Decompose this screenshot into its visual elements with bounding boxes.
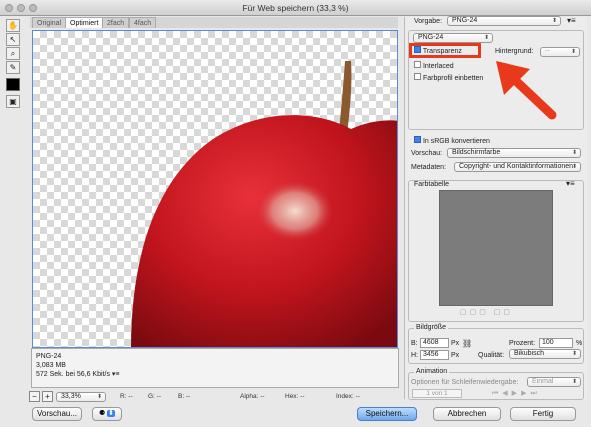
minimize-window-icon[interactable] xyxy=(17,4,25,12)
preview-info-panel: PNG-24 3,083 MB 572 Sek. bei 56,6 Kbit/s… xyxy=(31,348,399,388)
zoom-value: 33,3% xyxy=(61,393,81,400)
percent-label: Prozent: xyxy=(509,340,536,347)
info-menu-icon[interactable]: ▾≡ xyxy=(112,371,120,378)
metadata-select[interactable]: Copyright- und Kontaktinformationen xyxy=(454,162,581,172)
tab-original[interactable]: Original xyxy=(32,17,67,28)
browser-dropdown-icon: ⬍ xyxy=(107,410,116,417)
apple-image xyxy=(131,61,397,347)
animation-label: Animation xyxy=(414,367,450,376)
red-arrow-icon xyxy=(496,61,557,120)
width-label: B: xyxy=(411,340,418,347)
eyedropper-color-swatch[interactable] xyxy=(6,78,20,91)
color-table-menu-icon[interactable]: ▾≡ xyxy=(566,179,575,188)
zoom-in-icon[interactable]: + xyxy=(42,391,53,402)
loop-options-label: Optionen für Schleifenwiedergabe: xyxy=(411,379,519,386)
file-format-select[interactable]: PNG-24 xyxy=(413,33,493,43)
tab-label: Original xyxy=(37,20,62,27)
percent-unit: % xyxy=(576,340,583,347)
color-table-icons[interactable]: ▢▢▢ ▢▢ xyxy=(460,308,513,316)
quality-value: Bikubisch xyxy=(514,350,544,357)
interlaced-label: Interlaced xyxy=(422,63,454,70)
embed-profile-label: Farbprofil einbetten xyxy=(422,75,484,82)
preview-download-time: 572 Sek. bei 56,6 Kbit/s ▾≡ xyxy=(36,370,394,379)
convert-srgb-label: In sRGB konvertieren xyxy=(422,138,490,145)
animation-controls[interactable]: ⏮◀▶▶⏭ xyxy=(492,389,541,398)
transparency-checkbox[interactable]: Transparenz xyxy=(414,46,462,56)
zoom-level-select[interactable]: 33,3% xyxy=(56,392,106,402)
interlaced-checkbox[interactable]: Interlaced xyxy=(414,61,454,71)
save-button[interactable]: Speichern... xyxy=(357,407,417,421)
zoom-out-icon[interactable]: − xyxy=(29,391,40,402)
height-unit: Px xyxy=(451,352,460,359)
color-table-swatch-area xyxy=(439,190,553,306)
preset-select[interactable]: PNG-24 xyxy=(447,16,561,26)
tab-label: Optimiert xyxy=(70,20,99,27)
quality-label: Qualität: xyxy=(478,352,505,359)
close-window-icon[interactable] xyxy=(5,4,13,12)
preset-menu-icon[interactable]: ▾≡ xyxy=(567,16,576,25)
color-table-label: Farbtabelle xyxy=(414,181,450,188)
embed-profile-checkbox[interactable]: Farbprofil einbetten xyxy=(414,73,483,83)
index-readout: Index: -- xyxy=(336,393,360,400)
tab-optimized[interactable]: Optimiert xyxy=(65,17,104,28)
metadata-value: Copyright- und Kontaktinformationen xyxy=(459,163,574,170)
matte-value: -- xyxy=(545,48,550,55)
preview-mode-select[interactable]: Bildschirmfarbe xyxy=(447,148,581,158)
tab-label: 2fach xyxy=(107,20,125,27)
width-unit: Px xyxy=(451,340,460,347)
tab-label: 4fach xyxy=(134,20,152,27)
blue-readout: B: -- xyxy=(178,393,191,400)
browser-select-button[interactable]: ⚈ ⬍ xyxy=(92,407,122,421)
loop-value: Einmal xyxy=(532,378,554,385)
done-button[interactable]: Fertig xyxy=(510,407,576,421)
width-input[interactable]: 4608 xyxy=(420,338,449,348)
height-label: H: xyxy=(411,352,418,359)
preview-file-size: 3,083 MB xyxy=(36,362,66,369)
toggle-slices-icon[interactable]: ▣ xyxy=(6,95,20,108)
check-icon xyxy=(414,46,421,53)
view-tabs: Original Optimiert 2fach 4fach xyxy=(30,17,398,28)
format-value: PNG-24 xyxy=(418,34,444,41)
image-preview[interactable] xyxy=(32,30,398,348)
quality-select[interactable]: Bikubisch xyxy=(509,349,581,359)
zoom-tool-icon[interactable]: ⌕ xyxy=(6,47,20,60)
eyedropper-tool-icon[interactable]: ✎ xyxy=(6,61,20,74)
checkbox-box xyxy=(414,73,421,80)
cancel-button[interactable]: Abbrechen xyxy=(433,407,501,421)
green-readout: G: -- xyxy=(148,393,161,400)
image-size-label: Bildgröße xyxy=(414,323,448,332)
convert-srgb-checkbox[interactable]: In sRGB konvertieren xyxy=(414,136,490,146)
title-bar: Für Web speichern (33,3 %) xyxy=(0,0,591,16)
constrain-proportions-icon[interactable]: ⛓ xyxy=(462,339,472,348)
hex-readout: Hex: -- xyxy=(285,393,305,400)
tab-4up[interactable]: 4fach xyxy=(129,17,157,28)
transparency-label: Transparenz xyxy=(422,48,462,55)
preset-label: Vorgabe: xyxy=(414,18,443,25)
frame-counter: 1 von 1 xyxy=(412,389,462,398)
zoom-window-icon[interactable] xyxy=(29,4,37,12)
metadata-label: Metadaten: xyxy=(411,164,447,171)
red-readout: R: -- xyxy=(120,393,133,400)
window-title: Für Web speichern (33,3 %) xyxy=(242,3,349,13)
preview-mode-value: Bildschirmfarbe xyxy=(452,149,501,156)
hand-tool-icon[interactable]: ✋ xyxy=(6,19,20,32)
alpha-readout: Alpha: -- xyxy=(240,393,265,400)
height-input[interactable]: 3456 xyxy=(420,350,449,360)
tab-2up[interactable]: 2fach xyxy=(102,17,130,28)
check-icon xyxy=(414,136,421,143)
preset-value: PNG-24 xyxy=(452,17,478,24)
loop-options-select[interactable]: Einmal xyxy=(527,377,581,387)
download-time-text: 572 Sek. bei 56,6 Kbit/s xyxy=(36,371,110,378)
preview-in-browser-button[interactable]: Vorschau... xyxy=(32,407,82,421)
preview-format: PNG-24 xyxy=(36,353,62,360)
percent-input[interactable]: 100 xyxy=(539,338,573,348)
slice-select-tool-icon[interactable]: ↖ xyxy=(6,33,20,46)
preview-mode-label: Vorschau: xyxy=(411,150,443,157)
browser-icon: ⚈ xyxy=(98,410,106,417)
checkbox-box xyxy=(414,61,421,68)
